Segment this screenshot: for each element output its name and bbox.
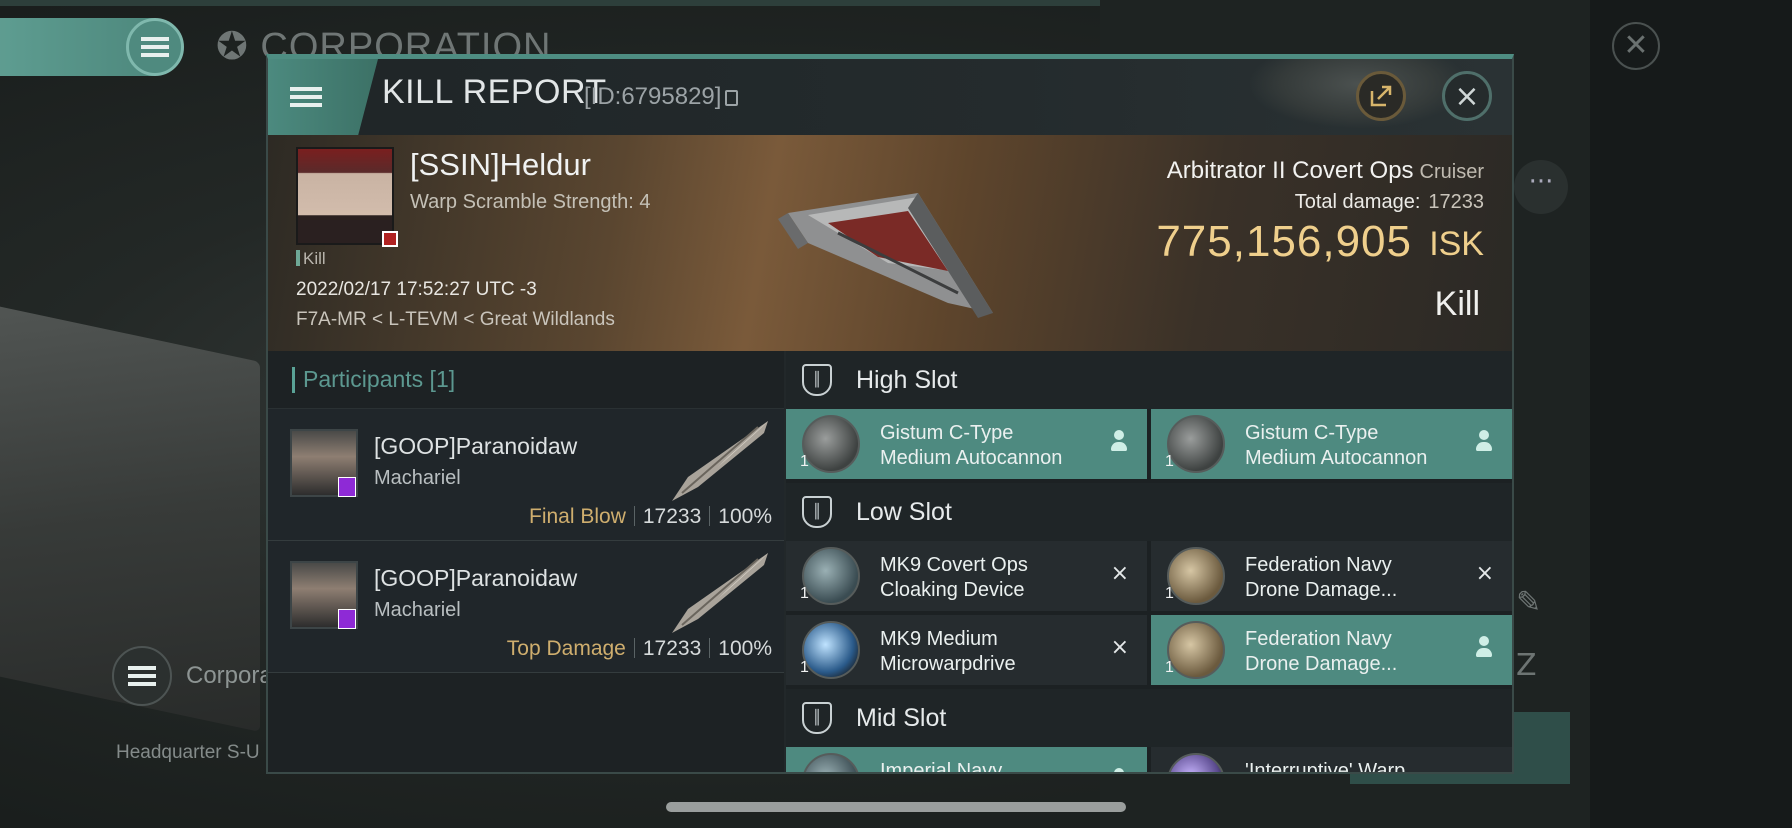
standing-badge [338,477,356,497]
high-slot-icon: ║ [802,364,832,396]
participant-row[interactable]: [GOOP]Paranoidaw Machariel Final Blow 172… [268,409,784,541]
dropped-icon [1109,429,1129,459]
total-damage: Total damage: 17233 [1294,191,1484,213]
hamburger-icon [290,87,322,107]
kill-datetime: 2022/02/17 17:52:27 UTC -3 [296,279,537,300]
participant-ship-image [672,553,768,633]
participant-ship: Machariel [374,467,461,489]
kill-tag: Kill [296,249,326,269]
kill-id[interactable]: [ID:6795829] [584,83,739,111]
cloaking-device-icon [802,547,860,605]
hamburger-icon [141,37,169,57]
close-icon: × [1454,78,1480,114]
victim-name[interactable]: [SSIN]Heldur [410,147,591,183]
autocannon-icon [1167,415,1225,473]
kill-report-modal: KILL REPORT [ID:6795829] × [SSIN]Heldur … [266,54,1514,774]
page-title: KILL REPORT [382,73,607,111]
module-item[interactable]: Imperial Navy [786,747,1147,772]
victim-standing-badge [382,231,398,247]
dropped-icon [1474,429,1494,459]
background-close-icon[interactable]: ✕ [1612,22,1660,70]
destroyed-icon: × [1110,561,1129,586]
copy-icon[interactable] [725,90,739,106]
kill-outcome: Kill [1434,285,1480,323]
corporation-star-icon: ✪ [216,26,249,68]
module-item[interactable]: 1 Gistum C-Type Medium Autocannon [786,409,1147,479]
close-button[interactable]: × [1442,71,1492,121]
dropped-icon [1109,767,1129,772]
edit-icon[interactable]: ✎ [1516,585,1541,620]
fittings-panel: ║ High Slot 1 Gistum C-Type Medium Autoca… [786,351,1512,772]
participant-name: [GOOP]Paranoidaw [374,433,578,459]
module-item[interactable]: 'Interruptive' Warp × [1151,747,1512,772]
mid-slot-icon: ║ [802,702,832,734]
isk-value: 775,156,905 [1156,217,1412,266]
low-slot-header: ║ Low Slot [786,483,1512,541]
destroyed-icon: × [1476,767,1494,772]
module-icon [802,753,860,772]
participant-stats: Final Blow 17233 100% [529,505,772,528]
corp-menu-icon [112,646,172,706]
participant-row[interactable]: [GOOP]Paranoidaw Machariel Top Damage 172… [268,541,784,673]
drone-damage-icon [1167,621,1225,679]
share-icon [1370,85,1392,107]
isk-unit: ISK [1429,225,1484,263]
participant-name: [GOOP]Paranoidaw [374,565,578,591]
module-item[interactable]: 1 Federation Navy Drone Damage... [1151,615,1512,685]
destroyed-icon: × [1110,635,1129,660]
module-item[interactable]: 1 MK9 Medium Microwarpdrive × [786,615,1147,685]
participant-ship: Machariel [374,599,461,621]
warp-disruptor-icon [1167,753,1225,772]
kill-location[interactable]: F7A-MR < L-TEVM < Great Wildlands [296,309,615,331]
dropped-icon [1474,635,1494,665]
background-panel-edge [1590,0,1792,828]
victim-portrait[interactable] [296,147,394,245]
module-item[interactable]: 1 Federation Navy Drone Damage... × [1151,541,1512,611]
participants-header: Participants [1] [268,351,784,409]
victim-ship-image[interactable] [768,153,1008,333]
microwarpdrive-icon [802,621,860,679]
sort-icon[interactable]: Z [1516,648,1537,683]
victim-scram: Warp Scramble Strength: 4 [410,191,651,213]
low-slot-icon: ║ [802,496,832,528]
module-item[interactable]: 1 Gistum C-Type Medium Autocannon [1151,409,1512,479]
background-menu-button[interactable] [126,18,184,76]
participants-panel: Participants [1] [GOOP]Paranoidaw Machar… [268,351,784,772]
share-button[interactable] [1356,71,1406,121]
modal-menu-button[interactable] [268,59,378,135]
drone-damage-icon [1167,547,1225,605]
more-options-icon[interactable]: ··· [1514,160,1568,214]
victim-ship-name[interactable]: Arbitrator II Covert Ops Cruiser [1167,157,1484,185]
destroyed-icon: × [1475,561,1494,586]
mid-slot-header: ║ Mid Slot [786,689,1512,747]
participant-ship-image [672,421,768,501]
module-item[interactable]: 1 MK9 Covert Ops Cloaking Device × [786,541,1147,611]
high-slot-header: ║ High Slot [786,351,1512,409]
headquarter-label: Headquarter S-U [116,742,260,763]
modal-header: KILL REPORT [ID:6795829] × [268,59,1512,135]
victim-banner: [SSIN]Heldur Warp Scramble Strength: 4 K… [268,135,1512,351]
corp-label: Corpora [186,662,273,689]
standing-badge [338,609,356,629]
participant-stats: Top Damage 17233 100% [506,637,772,660]
home-indicator[interactable] [666,802,1126,812]
autocannon-icon [802,415,860,473]
background-corp-row[interactable]: Corpora [112,646,273,706]
